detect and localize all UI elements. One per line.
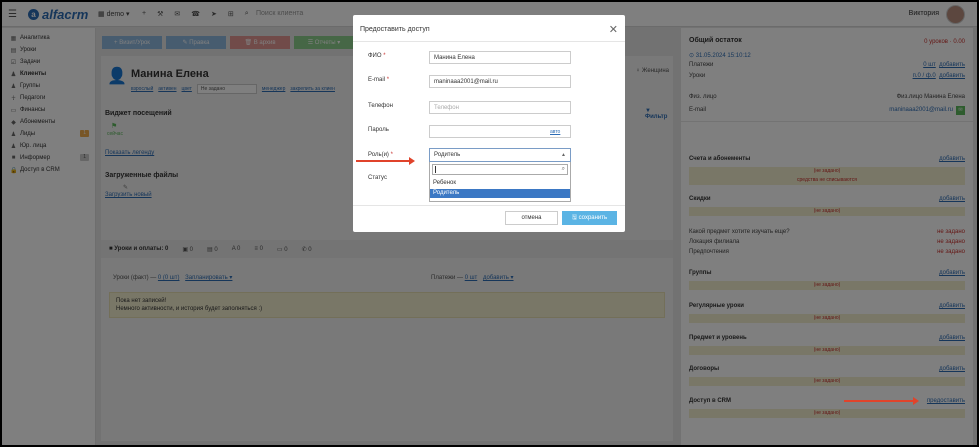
cancel-button[interactable]: отмена (505, 211, 558, 225)
password-label: Пароль (368, 127, 389, 133)
email-field[interactable]: maninaaa2001@mail.ru (429, 75, 571, 88)
fio-label: ФИО * (368, 53, 386, 59)
role-dropdown: ⌕ Ребенок Родитель (429, 162, 571, 202)
fio-field[interactable]: Манина Елена (429, 51, 571, 64)
arrow-annotation-right (844, 397, 919, 405)
phone-label: Телефон (368, 103, 393, 109)
required-mark: * (383, 53, 386, 59)
role-selected-value: Родитель (434, 152, 461, 158)
text-cursor (435, 166, 436, 173)
email-label: E-mail * (368, 77, 389, 83)
auto-password-link[interactable]: авто (550, 129, 560, 135)
option-child[interactable]: Ребенок (430, 179, 570, 188)
role-select[interactable]: Родитель ▲ (429, 148, 571, 162)
app-window: ☰ a alfacrm ▦ demo ▾ + ⚒ ✉ ☎ ➤ ⊞ ⌕ Поиск… (2, 2, 977, 445)
required-mark: * (386, 77, 390, 83)
email-label-text: E-mail (368, 77, 386, 83)
caret-up-icon: ▲ (561, 152, 566, 158)
modal-footer-divider (353, 205, 625, 206)
status-label: Статус (368, 175, 387, 181)
option-parent[interactable]: Родитель (430, 189, 570, 198)
role-label-text: Роль(и) (368, 152, 389, 158)
phone-field[interactable]: Телефон (429, 101, 571, 114)
modal-title: Предоставить доступ (360, 26, 430, 33)
role-label: Роль(и) * (368, 152, 393, 158)
dropdown-search-input[interactable]: ⌕ (432, 164, 568, 175)
arrow-annotation-left (356, 157, 415, 165)
modal-divider (353, 41, 625, 42)
fio-label-text: ФИО (368, 53, 382, 59)
grant-access-modal: Предоставить доступ ✕ ФИО * Манина Елена… (353, 15, 625, 232)
search-icon: ⌕ (561, 166, 565, 172)
required-mark: * (390, 152, 393, 158)
save-button[interactable]: 🖫 сохранить (562, 211, 617, 225)
close-icon[interactable]: ✕ (609, 23, 618, 36)
